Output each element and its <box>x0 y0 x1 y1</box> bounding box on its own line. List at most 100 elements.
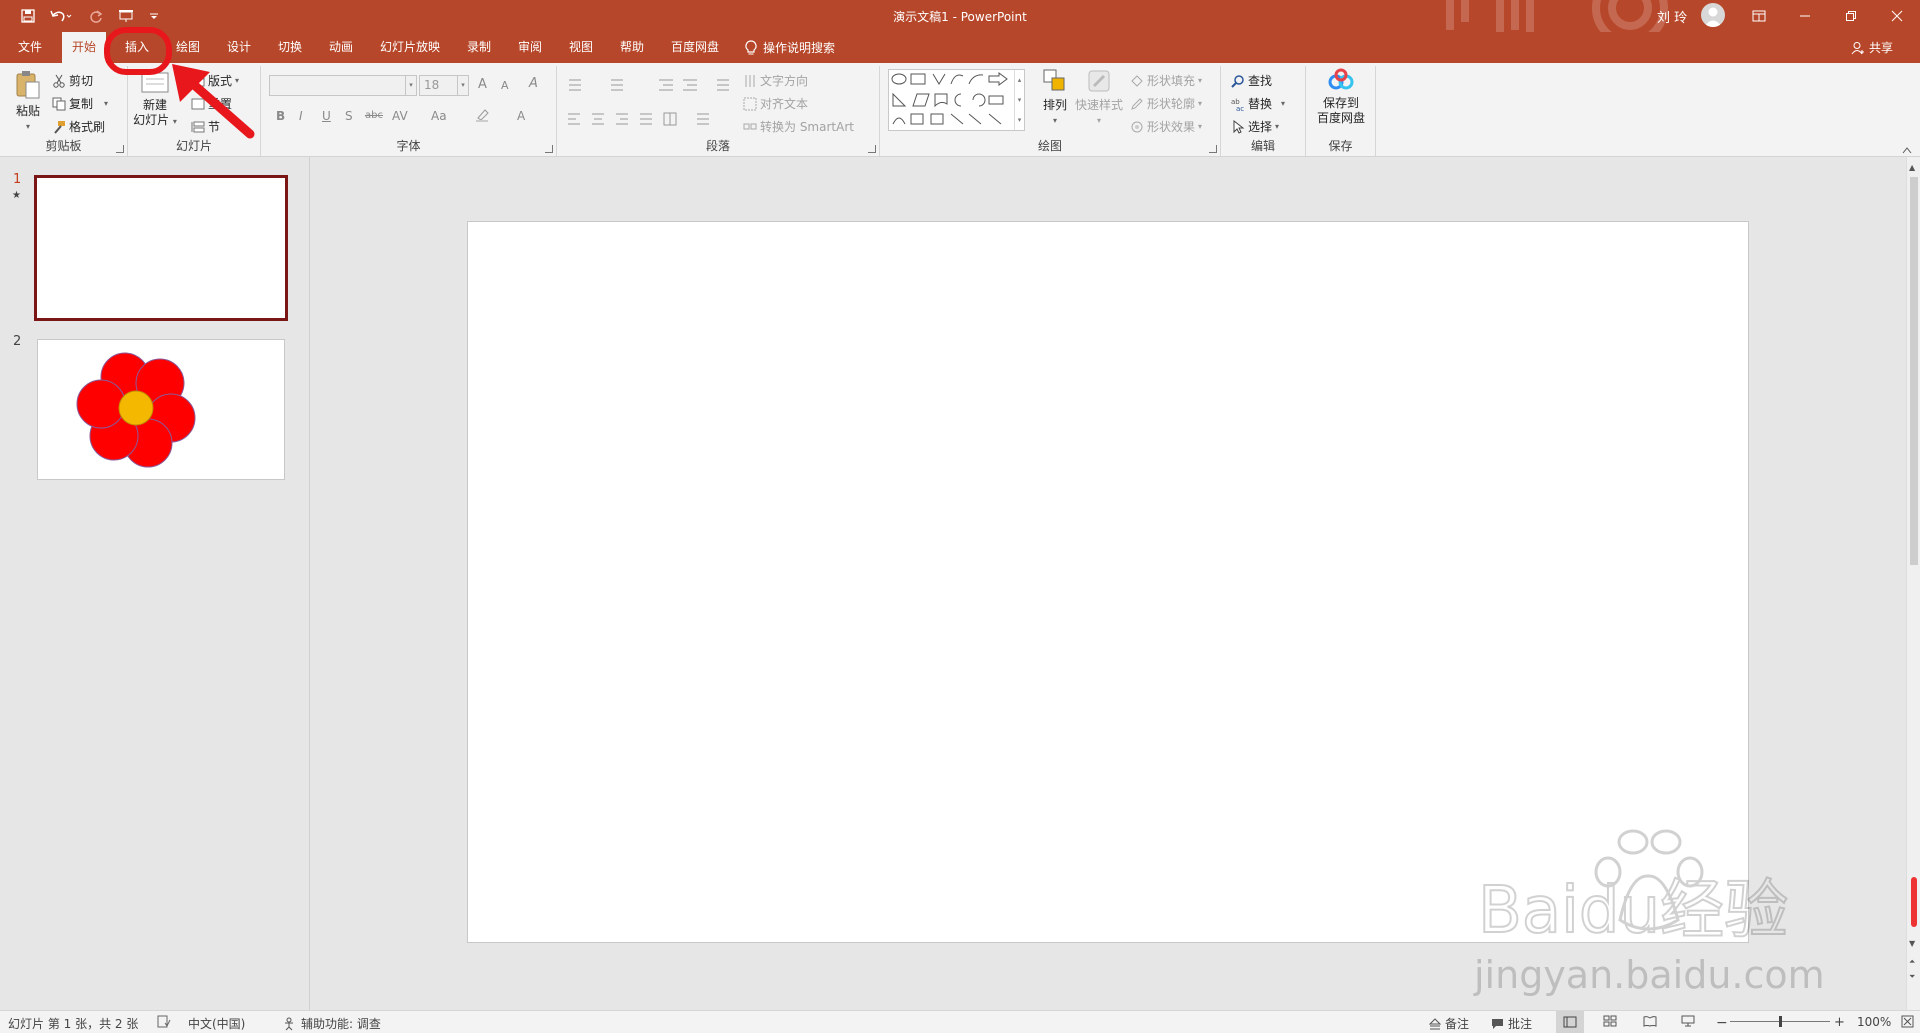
change-case-button[interactable]: Aa <box>431 109 447 123</box>
bold-button[interactable]: B <box>276 109 285 123</box>
shape-fill-label: 形状填充 <box>1147 74 1196 88</box>
tab-file[interactable]: 文件 <box>16 32 44 63</box>
character-spacing-button[interactable]: AV <box>392 109 408 123</box>
tab-slideshow[interactable]: 幻灯片放映 <box>378 32 442 63</box>
strikethrough-button[interactable]: abc <box>365 110 383 121</box>
fit-to-window-icon[interactable] <box>1901 1015 1914 1028</box>
vertical-scrollbar[interactable]: ▲ ▼ ⏶ ⏷ <box>1906 157 1920 1010</box>
paste-button[interactable]: 粘贴 ▾ <box>8 70 48 134</box>
tab-home[interactable]: 开始 <box>62 32 107 63</box>
paragraph-align-icons[interactable] <box>567 112 737 126</box>
annotation-highlight-circle <box>104 27 172 75</box>
scrollbar-thumb[interactable] <box>1910 177 1918 565</box>
font-group-label: 字体 <box>396 139 421 153</box>
tab-transitions[interactable]: 切换 <box>276 32 304 63</box>
shape-fill-button[interactable]: 形状填充 ▾ <box>1130 72 1202 89</box>
copy-icon <box>52 97 66 110</box>
zoom-slider-thumb[interactable] <box>1779 1016 1782 1027</box>
scroll-position-marker <box>1911 877 1917 927</box>
font-group: ▾ 18 ▾ A A A B I U S abc AV Aa A 字体 <box>261 66 557 156</box>
tab-view[interactable]: 视图 <box>567 32 595 63</box>
shapes-gallery[interactable]: ▴ ▾ ▾ <box>888 69 1025 131</box>
shrink-font-button[interactable]: A <box>501 79 509 92</box>
shape-outline-button[interactable]: 形状轮廓 ▾ <box>1130 95 1202 112</box>
cut-button[interactable]: 剪切 <box>52 72 93 89</box>
convert-smartart-button[interactable]: 转换为 SmartArt <box>743 118 854 135</box>
tell-me-search[interactable]: 操作说明搜索 <box>745 32 835 63</box>
close-icon[interactable] <box>1874 0 1920 32</box>
quick-styles-icon <box>1088 70 1110 92</box>
restore-icon[interactable] <box>1828 0 1874 32</box>
collapse-ribbon-icon[interactable] <box>1902 146 1912 157</box>
quick-styles-label: 快速样式 <box>1074 98 1123 112</box>
font-size-value: 18 <box>424 78 440 92</box>
zoom-level[interactable]: 100% <box>1857 1015 1891 1029</box>
svg-text:ac: ac <box>1236 105 1244 111</box>
tab-record[interactable]: 录制 <box>465 32 493 63</box>
paragraph-dialog-launcher[interactable] <box>868 145 876 153</box>
font-size-combo[interactable]: 18 ▾ <box>419 75 469 96</box>
paste-label: 粘贴 <box>15 104 40 118</box>
text-shadow-button[interactable]: S <box>345 109 353 123</box>
tab-animations[interactable]: 动画 <box>327 32 355 63</box>
reading-view-icon[interactable] <box>1643 1015 1657 1027</box>
comments-button[interactable]: 批注 <box>1491 1015 1532 1032</box>
accessibility-status[interactable]: 辅助功能: 调查 <box>283 1015 381 1032</box>
next-slide-icon[interactable]: ⏷ <box>1909 972 1915 982</box>
user-name[interactable]: 刘 玲 <box>1657 7 1687 26</box>
text-direction-button[interactable]: 文字方向 <box>743 72 808 89</box>
highlight-icon[interactable] <box>475 108 491 125</box>
normal-view-button[interactable] <box>1556 1011 1584 1033</box>
language-status[interactable]: 中文(中国) <box>188 1015 245 1032</box>
replace-button[interactable]: ab ac 替换 ▾ <box>1231 95 1285 112</box>
save-to-baidu-button[interactable]: 保存到 百度网盘 <box>1309 68 1373 126</box>
magnifier-icon <box>1231 74 1244 88</box>
slide-sorter-view-icon[interactable] <box>1603 1015 1617 1027</box>
clear-formatting-button[interactable]: A <box>529 76 538 91</box>
zoom-out-button[interactable]: − <box>1716 1015 1728 1031</box>
tab-review[interactable]: 审阅 <box>516 32 544 63</box>
font-dialog-launcher[interactable] <box>545 145 553 153</box>
paint-bucket-icon <box>1131 74 1143 87</box>
slideshow-view-icon[interactable] <box>1681 1015 1695 1027</box>
notes-button[interactable]: 备注 <box>1429 1015 1469 1032</box>
slide-thumbnail-1[interactable] <box>34 175 288 321</box>
cursor-icon <box>1233 119 1245 134</box>
slide-count-status[interactable]: 幻灯片 第 1 张，共 2 张 <box>8 1015 138 1032</box>
text-direction-label: 文字方向 <box>760 74 809 88</box>
annotation-arrow-icon <box>172 64 255 139</box>
text-direction-icon <box>745 74 755 87</box>
spelling-icon[interactable] <box>157 1015 171 1028</box>
clipboard-dialog-launcher[interactable] <box>116 145 124 153</box>
ribbon-display-options-icon[interactable] <box>1736 0 1782 32</box>
font-color-button[interactable]: A <box>517 109 525 123</box>
find-button[interactable]: 查找 <box>1231 72 1272 89</box>
copy-button[interactable]: 复制 ▾ <box>52 95 108 112</box>
zoom-in-button[interactable]: + <box>1834 1015 1845 1030</box>
tab-design[interactable]: 设计 <box>225 32 253 63</box>
tab-draw[interactable]: 绘图 <box>174 32 202 63</box>
person-icon <box>1851 41 1864 54</box>
font-name-combo[interactable]: ▾ <box>269 75 417 96</box>
avatar[interactable] <box>1701 3 1725 27</box>
italic-button[interactable]: I <box>299 109 303 123</box>
tab-help[interactable]: 帮助 <box>618 32 646 63</box>
arrange-button[interactable]: 排列 ▾ <box>1038 68 1072 128</box>
save-to-label-1: 保存到 <box>1322 96 1359 110</box>
previous-slide-icon[interactable]: ⏶ <box>1909 957 1915 967</box>
scroll-up-icon[interactable]: ▲ <box>1909 163 1915 172</box>
drawing-dialog-launcher[interactable] <box>1209 145 1217 153</box>
slide-number-1: 1 <box>13 172 22 187</box>
share-button[interactable]: 共享 <box>1851 32 1893 63</box>
quick-styles-button[interactable]: 快速样式 ▾ <box>1074 68 1124 128</box>
slide-thumbnail-2[interactable] <box>37 339 285 480</box>
underline-button[interactable]: U <box>322 109 331 123</box>
grow-font-button[interactable]: A <box>478 77 487 92</box>
select-button[interactable]: 选择 ▾ <box>1231 118 1279 135</box>
tab-baidu-netdisk[interactable]: 百度网盘 <box>669 32 721 63</box>
align-text-button[interactable]: 对齐文本 <box>743 95 808 112</box>
scroll-down-icon[interactable]: ▼ <box>1909 939 1915 948</box>
format-painter-button[interactable]: 格式刷 <box>52 118 105 135</box>
minimize-icon[interactable] <box>1782 0 1828 32</box>
shape-effects-button[interactable]: 形状效果 ▾ <box>1130 118 1202 135</box>
